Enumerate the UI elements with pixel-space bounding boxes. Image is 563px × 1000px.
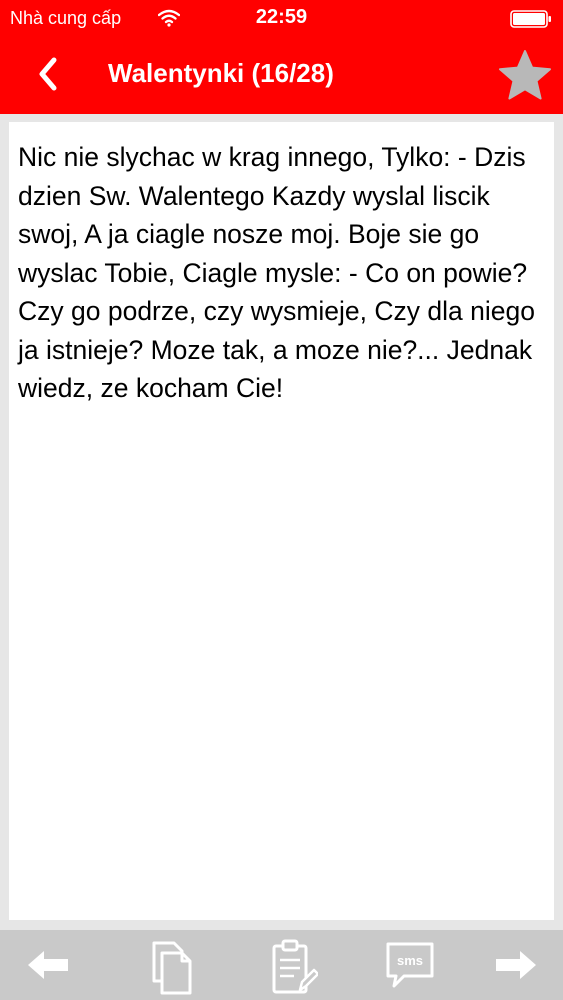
arrow-right-icon <box>496 951 536 979</box>
next-button[interactable] <box>484 930 548 1000</box>
chevron-left-icon <box>39 57 57 91</box>
message-card: Nic nie slychac w krag innego, Tylko: - … <box>9 122 554 920</box>
battery-icon <box>510 10 551 28</box>
copy-icon <box>152 941 192 995</box>
paste-note-button[interactable] <box>266 930 322 1000</box>
bottom-toolbar: sms <box>0 930 563 1000</box>
star-icon <box>499 50 551 100</box>
sms-label: sms <box>397 953 423 968</box>
message-text: Nic nie slychac w krag innego, Tylko: - … <box>18 142 535 403</box>
status-bar: Nhà cung cấp 22:59 <box>0 0 563 38</box>
copy-button[interactable] <box>142 930 202 1000</box>
arrow-left-icon <box>28 951 68 979</box>
send-sms-button[interactable]: sms <box>382 930 438 1000</box>
sms-bubble-icon: sms <box>386 942 434 988</box>
page-title: Walentynki (16/28) <box>108 58 334 88</box>
status-time: 22:59 <box>255 6 308 28</box>
navigation-bar: Walentynki (16/28) <box>0 38 563 114</box>
back-button[interactable] <box>28 52 72 96</box>
previous-button[interactable] <box>16 930 80 1000</box>
favorite-button[interactable] <box>494 46 556 106</box>
clipboard-edit-icon <box>272 939 318 994</box>
